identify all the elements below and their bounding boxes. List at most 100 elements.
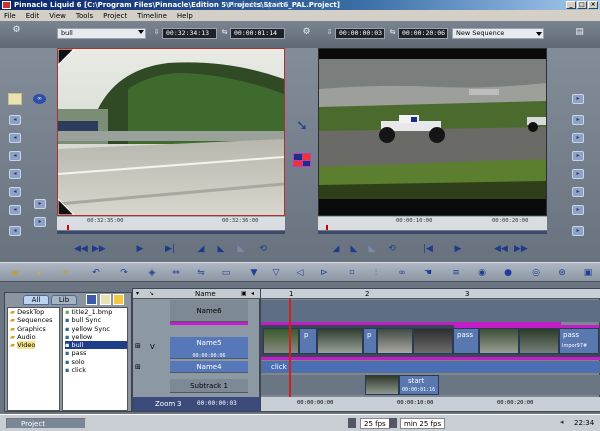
clip-p1[interactable]: p	[299, 328, 317, 354]
tree-item-graphics[interactable]: ▰ Graphics	[10, 325, 59, 333]
source-tool-2-icon[interactable]: ◂	[9, 133, 21, 143]
clip-item[interactable]: ▪ solo	[65, 358, 127, 366]
master-ruler[interactable]: 00:00:10:00 00:00:20:00	[318, 216, 547, 230]
patch-icon[interactable]: ↘	[149, 290, 154, 297]
clip-click[interactable]: click	[263, 362, 599, 372]
clip-item[interactable]: ▪ yellow	[65, 333, 127, 341]
master-tool-6-icon[interactable]: ▸	[572, 187, 584, 197]
close-button[interactable]: ×	[588, 1, 598, 9]
source-disabled-icon[interactable]: ◣	[235, 243, 247, 255]
master-tool-1-icon[interactable]: ▸	[572, 94, 584, 104]
mark-icon[interactable]: ▼	[248, 267, 260, 279]
source-timecode-field[interactable]: 00:32:34:13	[162, 28, 217, 39]
source-play-icon[interactable]: ▶	[134, 243, 146, 255]
menu-view[interactable]: View	[49, 12, 66, 20]
clip-item[interactable]: ▪ title2_1.bmp	[65, 308, 127, 316]
master-tool-5-icon[interactable]: ▸	[572, 169, 584, 179]
source-tool-4-icon[interactable]: ◂	[9, 169, 21, 179]
menu-help[interactable]: Help	[177, 12, 193, 20]
clip-start[interactable]: start 00:00:01:16	[399, 375, 439, 395]
source-tool-7-icon[interactable]: ◂	[9, 226, 21, 236]
clip-pass-1[interactable]: pass	[453, 328, 479, 354]
loop-icon[interactable]: ∞	[396, 267, 408, 279]
clip-thumb[interactable]	[479, 328, 519, 354]
audio-mixer-icon[interactable]: ⫶	[370, 267, 382, 279]
zoom-bar[interactable]: Zoom 3 00:00:00:03	[133, 397, 261, 411]
redo-icon[interactable]: ↷	[118, 267, 130, 279]
master-rewind-icon[interactable]: ◀◀	[494, 243, 508, 255]
menu-edit[interactable]: Edit	[26, 12, 40, 20]
master-tool-3-icon[interactable]: ▸	[572, 133, 584, 143]
grid-view-icon[interactable]	[293, 153, 311, 167]
clip-item-selected[interactable]: ▪ bull	[65, 341, 127, 350]
clip-item[interactable]: ▪ pass	[65, 349, 127, 357]
master-playhead[interactable]	[326, 225, 328, 230]
maximize-button[interactable]: □	[577, 1, 587, 9]
source-tool-6-icon[interactable]: ◂	[9, 205, 21, 215]
timeline-playhead[interactable]	[289, 299, 291, 397]
clip-item[interactable]: ▪ click	[65, 366, 127, 374]
link-icon[interactable]: ∞	[33, 94, 46, 104]
source-scrub-bar[interactable]	[57, 231, 285, 234]
master-scrub-bar[interactable]	[318, 231, 547, 234]
clear-marks-icon[interactable]: ◁	[294, 267, 306, 279]
master-timecode-field[interactable]: 00:00:00:03	[335, 28, 385, 39]
menu-timeline[interactable]: Timeline	[137, 12, 167, 20]
track-4-lane[interactable]: click	[261, 361, 600, 373]
slip-icon[interactable]: ⇋	[195, 267, 207, 279]
master-video[interactable]	[318, 48, 547, 216]
master-mark-out-icon[interactable]: ◣	[348, 243, 360, 255]
folder-view-icon[interactable]	[113, 294, 124, 305]
trim-icon[interactable]: ⇔	[170, 267, 182, 279]
undo-icon[interactable]: ↶	[90, 267, 102, 279]
timeline-bottom-ruler[interactable]: 00:00:00:00 00:00:10:00 00:00:20:00	[261, 397, 600, 411]
list-view-icon[interactable]	[100, 294, 111, 305]
source-tool-5-icon[interactable]: ◂	[9, 187, 21, 197]
master-settings-icon[interactable]: ⚙	[300, 26, 313, 39]
folder-icon[interactable]	[8, 93, 22, 105]
render-icon[interactable]: ⊛	[556, 267, 568, 279]
sequence-select[interactable]: New Sequence	[452, 28, 544, 39]
master-tool-2-icon[interactable]: ▸	[572, 115, 584, 125]
razor-icon[interactable]: ◈	[146, 267, 158, 279]
view-icon[interactable]: ◎	[530, 267, 542, 279]
source-settings-icon[interactable]: ⚙	[10, 24, 23, 37]
track-6-lane[interactable]	[261, 300, 600, 322]
tracks-icon[interactable]: ≡	[450, 267, 462, 279]
source-playhead[interactable]	[67, 225, 69, 230]
clip-item[interactable]: ▪ bull Sync	[65, 316, 127, 324]
source-video[interactable]	[57, 48, 285, 216]
track-name-6[interactable]: Name6	[170, 300, 248, 322]
master-prev-icon[interactable]: |◀	[422, 243, 434, 255]
master-mark-in-icon[interactable]: ◢	[330, 243, 342, 255]
minimize-button[interactable]: _	[566, 1, 576, 9]
master-tool-8-icon[interactable]: ▸	[572, 226, 584, 236]
clip-thumb[interactable]	[365, 375, 399, 395]
effects-icon[interactable]: ◉	[476, 267, 488, 279]
clip-thumb[interactable]	[377, 328, 413, 354]
tree-item-audio[interactable]: ▰ Audio	[10, 333, 59, 341]
master-options-icon[interactable]: ▤	[573, 26, 586, 39]
link-clips-icon[interactable]: ∞	[59, 267, 71, 279]
source-tool-9-icon[interactable]: ▸	[34, 217, 46, 227]
lock-icon[interactable]: ▾	[136, 290, 139, 297]
tab-lib[interactable]: Lib	[51, 295, 77, 305]
timeline-ruler[interactable]: 1 2 3	[261, 289, 600, 299]
transfer-arrow-icon[interactable]: ➘	[292, 118, 312, 134]
clip-thumb[interactable]	[519, 328, 559, 354]
menu-project[interactable]: Project	[103, 12, 127, 20]
snap-icon[interactable]: ⊳	[318, 267, 330, 279]
menu-tools[interactable]: Tools	[76, 12, 93, 20]
source-mark-in-icon[interactable]: ◢	[195, 243, 207, 255]
source-mark-out-icon[interactable]: ◣	[215, 243, 227, 255]
speaker-icon[interactable]: ◂	[560, 418, 568, 428]
pointer-icon[interactable]: ➶	[34, 267, 46, 279]
master-play-icon[interactable]: ▶	[452, 243, 464, 255]
clip-thumb[interactable]	[317, 328, 363, 354]
source-tool-8-icon[interactable]: ▸	[34, 199, 46, 209]
master-clear-icon[interactable]: ◣	[366, 243, 378, 255]
source-ruler[interactable]: 00:32:35:00 00:32:36:00	[57, 216, 285, 230]
track-name-5[interactable]: Name5 00:00:00:06	[170, 337, 248, 359]
source-tool-3-icon[interactable]: ◂	[9, 151, 21, 161]
master-duration-field[interactable]: 00:00:20:06	[398, 28, 448, 39]
